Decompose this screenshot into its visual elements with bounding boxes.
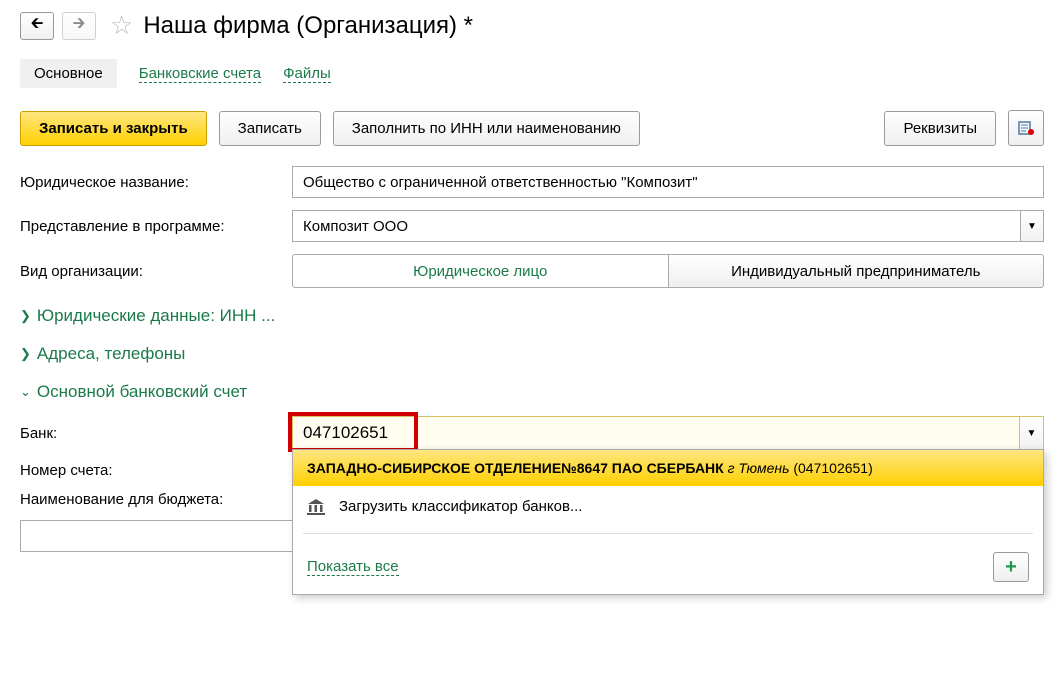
account-number-label: Номер счета: [20,462,292,479]
program-name-input[interactable] [292,210,1020,242]
favorite-star-icon[interactable]: ☆ [110,10,133,41]
arrow-left-icon: 🡰 [31,12,44,39]
org-type-individual[interactable]: Индивидуальный предприниматель [669,254,1045,288]
fill-by-inn-button[interactable]: Заполнить по ИНН или наименованию [333,111,640,146]
legal-name-label: Юридическое название: [20,174,292,191]
legal-name-input[interactable] [292,166,1044,198]
chevron-down-icon: ⌄ [20,384,31,400]
program-name-label: Представление в программе: [20,218,292,235]
tab-files[interactable]: Файлы [283,65,331,83]
section-addresses[interactable]: ❯ Адреса, телефоны [20,344,1044,364]
forward-button[interactable]: 🡲 [62,12,96,40]
save-and-close-button[interactable]: Записать и закрыть [20,111,207,146]
program-name-dropdown[interactable]: ▼ [1020,210,1044,242]
bank-input[interactable] [293,417,1019,449]
load-bank-classifier[interactable]: Загрузить классификатор банков... [293,486,1043,527]
chevron-right-icon: ❯ [20,308,31,324]
org-type-legal[interactable]: Юридическое лицо [292,254,669,288]
bank-label: Банк: [20,425,292,442]
bank-dropdown-panel: ЗАПАДНО-СИБИРСКОЕ ОТДЕЛЕНИЕ№8647 ПАО СБЕ… [292,449,1044,595]
page-title: Наша фирма (Организация) * [143,12,473,40]
add-bank-button[interactable]: + [993,552,1029,582]
show-all-link[interactable]: Показать все [307,558,399,576]
tab-main[interactable]: Основное [20,59,117,88]
section-legal-data[interactable]: ❯ Юридические данные: ИНН ... [20,306,1044,326]
budget-name-label: Наименование для бюджета: [20,491,292,508]
attachments-button[interactable] [1008,110,1044,146]
chevron-right-icon: ❯ [20,346,31,362]
bank-icon [307,499,325,515]
requisites-button[interactable]: Реквизиты [884,111,996,146]
plus-icon: + [1005,556,1017,579]
arrow-right-icon: 🡲 [73,12,86,39]
bank-search-result[interactable]: ЗАПАДНО-СИБИРСКОЕ ОТДЕЛЕНИЕ№8647 ПАО СБЕ… [293,450,1043,486]
attachment-icon [1017,119,1035,137]
back-button[interactable]: 🡰 [20,12,54,40]
save-button[interactable]: Записать [219,111,321,146]
tab-bank-accounts[interactable]: Банковские счета [139,65,261,83]
org-type-label: Вид организации: [20,263,292,280]
section-bank-account[interactable]: ⌄ Основной банковский счет [20,382,1044,402]
bank-dropdown-toggle[interactable]: ▼ [1019,417,1043,449]
